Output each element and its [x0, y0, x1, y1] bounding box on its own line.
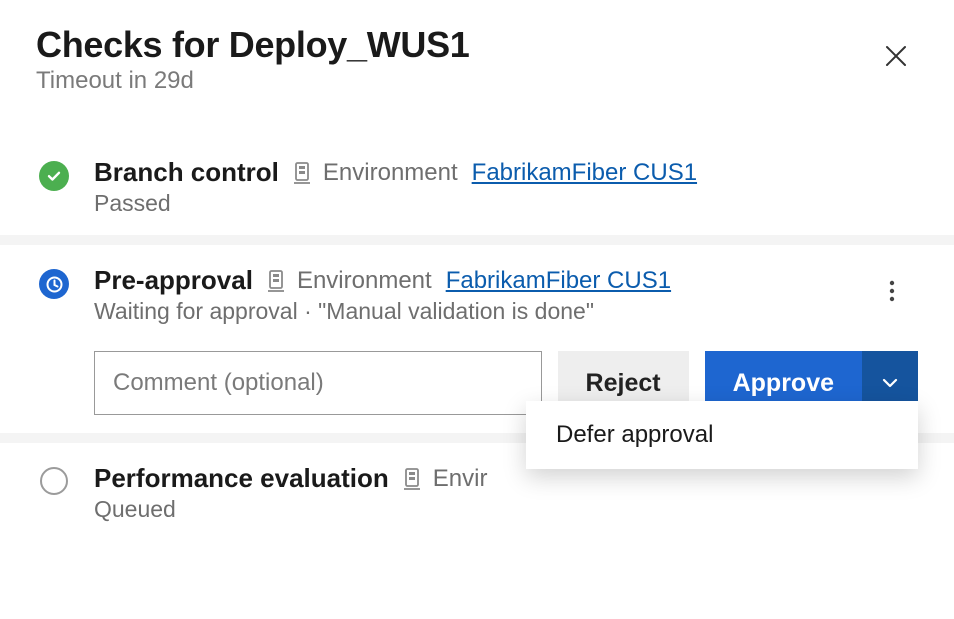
environment-label: Environment: [297, 267, 432, 295]
page-title: Checks for Deploy_WUS1: [36, 24, 874, 65]
timeout-text: Timeout in 29d: [36, 67, 874, 95]
close-icon: [885, 45, 907, 67]
check-status-text: Passed: [94, 190, 918, 217]
check-name: Pre-approval: [94, 265, 253, 296]
check-name: Branch control: [94, 157, 279, 188]
comment-input[interactable]: [94, 351, 542, 415]
check-status-text: Queued: [94, 496, 918, 523]
check-row: Branch control Environment FabrikamFiber…: [0, 137, 954, 235]
check-status-text: Waiting for approval · "Manual validatio…: [94, 298, 918, 325]
defer-approval-menu-item[interactable]: Defer approval: [526, 401, 918, 469]
environment-label: Environment: [323, 159, 458, 187]
environment-link[interactable]: FabrikamFiber CUS1: [446, 267, 671, 295]
environment-icon: [291, 160, 313, 186]
status-waiting-icon: [39, 269, 69, 299]
status-queued-icon: [40, 467, 68, 495]
environment-icon: [265, 268, 287, 294]
environment-label-partial: Envir: [433, 465, 488, 493]
environment-icon: [401, 466, 423, 492]
environment-link[interactable]: FabrikamFiber CUS1: [472, 159, 697, 187]
chevron-down-icon: [880, 373, 900, 393]
more-actions-button[interactable]: [878, 277, 906, 305]
status-passed-icon: [39, 161, 69, 191]
close-button[interactable]: [874, 34, 918, 78]
kebab-icon: [889, 280, 895, 302]
check-name: Performance evaluation: [94, 463, 389, 494]
check-row: Pre-approval Environment FabrikamFiber C…: [0, 245, 954, 433]
